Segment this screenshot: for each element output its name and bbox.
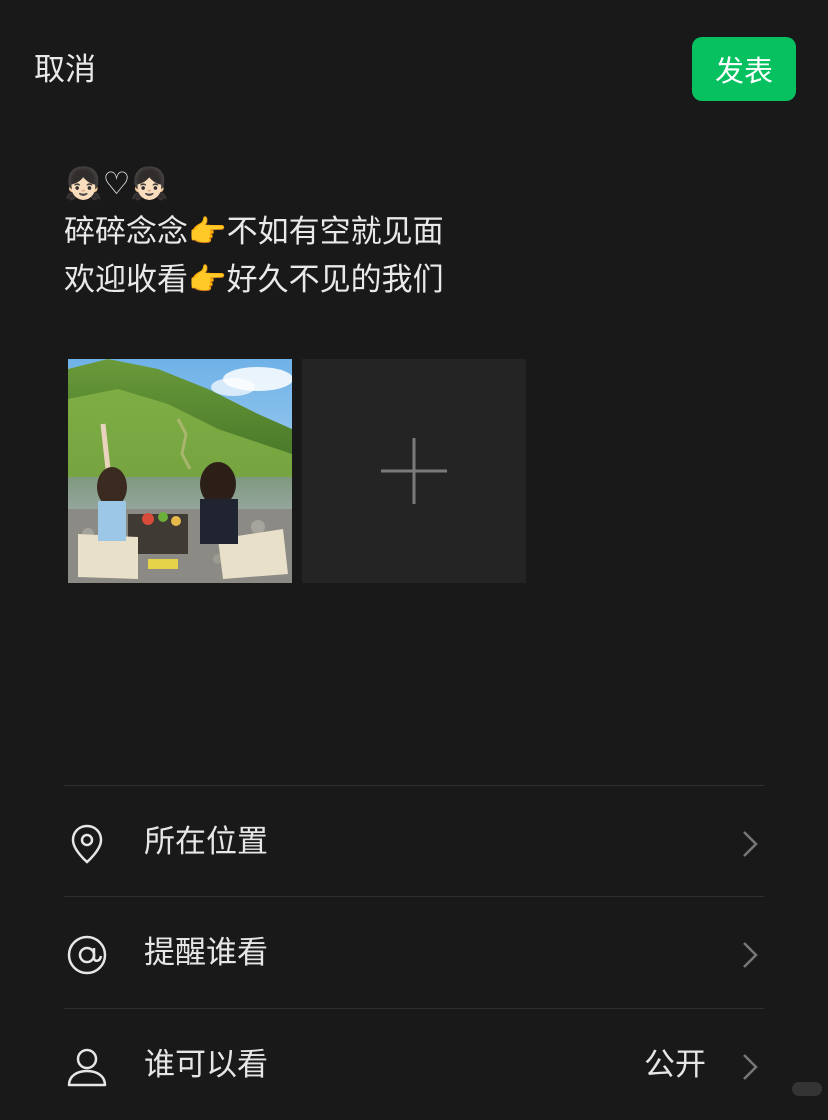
chevron-right-icon	[743, 1054, 758, 1080]
chevron-right-icon	[743, 942, 758, 968]
cancel-button[interactable]: 取消	[34, 48, 96, 92]
location-row[interactable]: 所在位置	[64, 786, 764, 897]
publish-button[interactable]: 发表	[692, 37, 796, 101]
watermark-icon	[792, 1082, 822, 1096]
chevron-right-icon	[743, 831, 758, 857]
visibility-label: 谁可以看	[144, 1047, 268, 1083]
plus-icon	[381, 438, 447, 504]
photo-thumbnail[interactable]	[68, 359, 292, 583]
photo-image	[68, 359, 292, 583]
visibility-value: 公开	[644, 1047, 706, 1083]
mention-label: 提醒谁看	[144, 935, 268, 971]
at-icon	[67, 935, 107, 975]
person-icon	[67, 1048, 107, 1087]
location-label: 所在位置	[144, 824, 268, 860]
post-text-input[interactable]: 👧🏻♡👧🏻 碎碎念念👉不如有空就见面 欢迎收看👉好久不见的我们	[64, 160, 764, 304]
add-photo-button[interactable]	[302, 359, 526, 583]
mention-row[interactable]: 提醒谁看	[64, 897, 764, 1008]
visibility-row[interactable]: 谁可以看 公开	[64, 1009, 764, 1120]
location-icon	[71, 824, 103, 864]
